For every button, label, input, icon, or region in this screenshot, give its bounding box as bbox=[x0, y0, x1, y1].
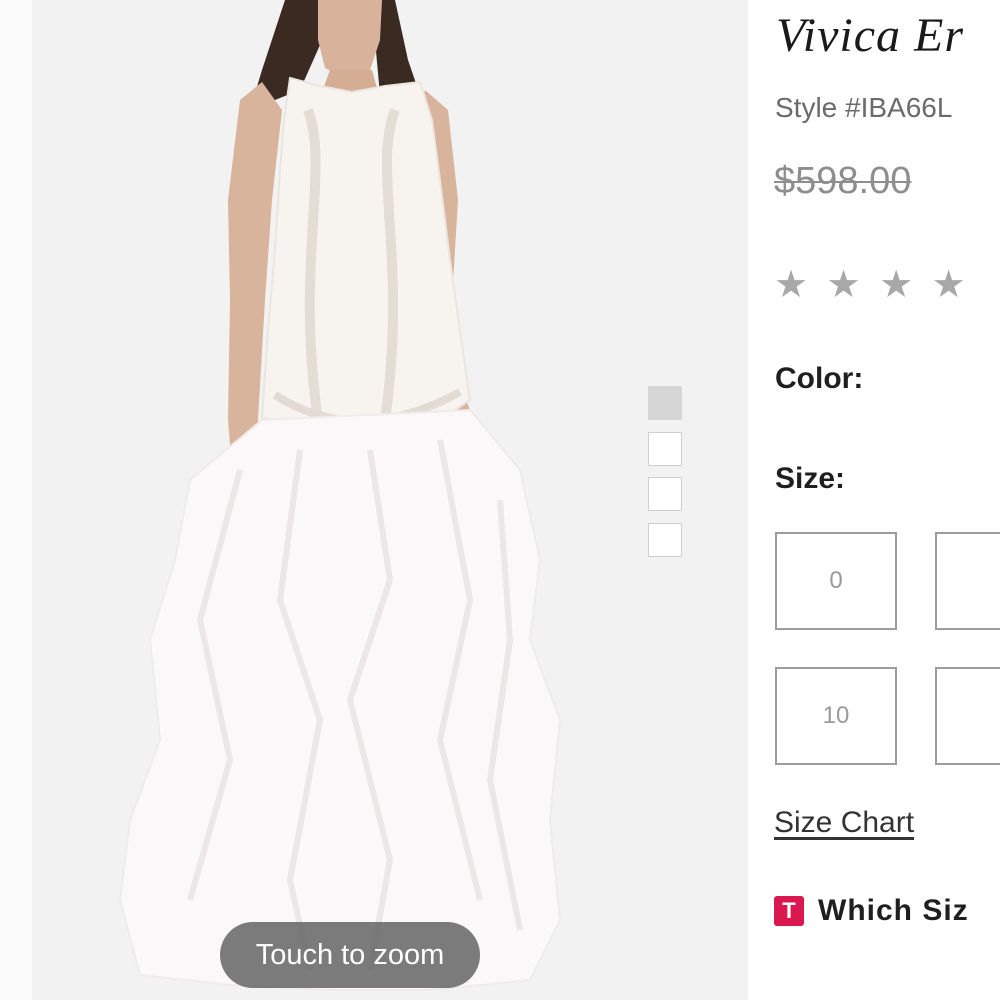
thumbnail-4[interactable] bbox=[648, 523, 682, 557]
product-photo[interactable] bbox=[0, 0, 700, 1000]
size-chart-link[interactable]: Size Chart bbox=[774, 806, 914, 840]
size-option-0[interactable]: 0 bbox=[775, 532, 897, 630]
size-option-12[interactable] bbox=[935, 667, 1000, 765]
star-icon: ★ bbox=[931, 264, 966, 306]
size-option-10[interactable]: 10 bbox=[775, 667, 897, 765]
product-title: Vivica Er bbox=[776, 9, 965, 62]
which-size-link[interactable]: T Which Siz bbox=[774, 894, 969, 928]
product-info-panel: Vivica Er Style #IBA66L $598.00 ★ ★ ★ ★ … bbox=[748, 0, 1000, 1000]
original-price: $598.00 bbox=[774, 160, 912, 202]
thumbnail-3[interactable] bbox=[648, 477, 682, 511]
size-label: Size: bbox=[775, 462, 846, 495]
rating-stars[interactable]: ★ ★ ★ ★ bbox=[774, 262, 980, 307]
star-icon: ★ bbox=[826, 264, 861, 306]
star-icon: ★ bbox=[774, 264, 809, 306]
size-option-2[interactable] bbox=[935, 532, 1000, 630]
dress-skirt bbox=[118, 408, 562, 991]
style-number: Style #IBA66L bbox=[775, 92, 953, 123]
thumbnail-2[interactable] bbox=[648, 432, 682, 466]
model-face bbox=[318, 0, 382, 78]
t-badge-icon: T bbox=[774, 896, 804, 926]
which-size-label: Which Siz bbox=[818, 894, 969, 927]
thumbnail-1[interactable] bbox=[648, 386, 682, 420]
product-image-panel[interactable]: Touch to zoom bbox=[0, 0, 748, 1000]
color-label: Color: bbox=[775, 362, 864, 395]
touch-to-zoom-hint[interactable]: Touch to zoom bbox=[220, 922, 480, 988]
star-icon: ★ bbox=[879, 264, 914, 306]
